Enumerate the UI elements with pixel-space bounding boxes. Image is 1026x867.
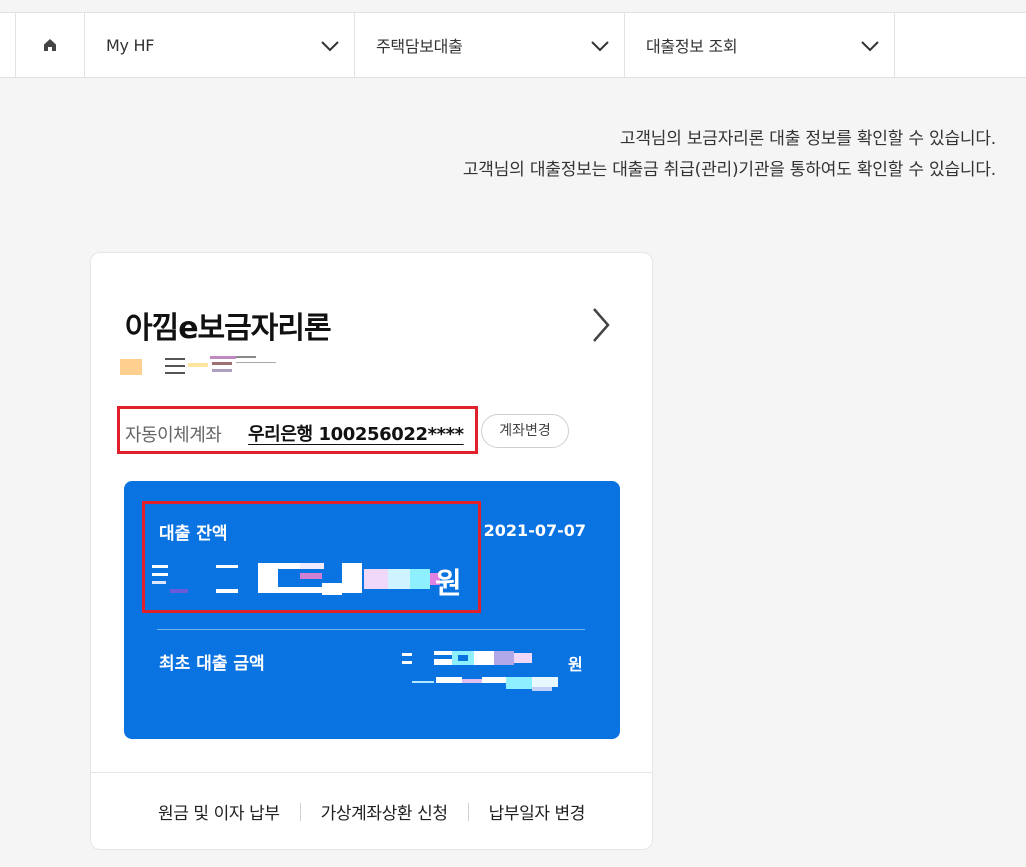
- masked-initial-amount: [402, 651, 558, 691]
- product-title: 아낌e보금자리론: [125, 311, 332, 346]
- home-button[interactable]: [15, 13, 84, 77]
- top-navigation: My HF 주택담보대출 대출정보 조회: [0, 12, 1026, 78]
- nav-mortgage-label: 주택담보대출: [376, 37, 463, 56]
- nav-loan-info[interactable]: 대출정보 조회: [624, 13, 894, 77]
- balance-date: 2021-07-07: [483, 521, 586, 540]
- loan-balance-panel: 대출 잔액 2021-07-07 원 최초 대출 금액 원: [124, 481, 620, 739]
- change-account-button[interactable]: 계좌변경: [481, 414, 569, 448]
- loan-card: 아낌e보금자리론 자동이체계좌 우리은행 100256022**** 계좌변경 …: [90, 252, 653, 850]
- change-payment-date-link[interactable]: 납부일자 변경: [469, 799, 605, 824]
- chevron-right-icon[interactable]: [590, 305, 612, 345]
- balance-currency: 원: [435, 566, 462, 600]
- initial-currency: 원: [568, 655, 583, 674]
- intro-line-2: 고객님의 대출정보는 대출금 취급(관리)기관을 통하여도 확인할 수 있습니다…: [462, 160, 996, 180]
- virtual-account-repayment-link[interactable]: 가상계좌상환 신청: [301, 799, 468, 824]
- balance-label: 대출 잔액: [159, 524, 228, 544]
- autopay-label: 자동이체계좌: [125, 425, 222, 446]
- autopay-account[interactable]: 우리은행 100256022****: [248, 420, 464, 446]
- nav-loan-info-label: 대출정보 조회: [646, 37, 738, 56]
- initial-amount-label: 최초 대출 금액: [159, 654, 265, 674]
- intro-line-1: 고객님의 보금자리론 대출 정보를 확인할 수 있습니다.: [619, 129, 996, 149]
- chevron-down-icon: [321, 41, 339, 52]
- masked-loan-number: [120, 356, 276, 375]
- panel-divider: [157, 629, 585, 630]
- nav-mortgage[interactable]: 주택담보대출: [354, 13, 624, 77]
- nav-spacer: [894, 13, 1026, 77]
- chevron-down-icon: [861, 41, 879, 52]
- home-icon: [44, 39, 56, 51]
- chevron-down-icon: [591, 41, 609, 52]
- nav-myhf[interactable]: My HF: [84, 13, 354, 77]
- nav-myhf-label: My HF: [106, 35, 155, 55]
- masked-balance-amount: [152, 563, 440, 595]
- intro-text: 고객님의 보금자리론 대출 정보를 확인할 수 있습니다. 고객님의 대출정보는…: [463, 124, 996, 186]
- card-footer-actions: 원금 및 이자 납부 가상계좌상환 신청 납부일자 변경: [91, 772, 652, 850]
- pay-principal-interest-link[interactable]: 원금 및 이자 납부: [138, 799, 300, 824]
